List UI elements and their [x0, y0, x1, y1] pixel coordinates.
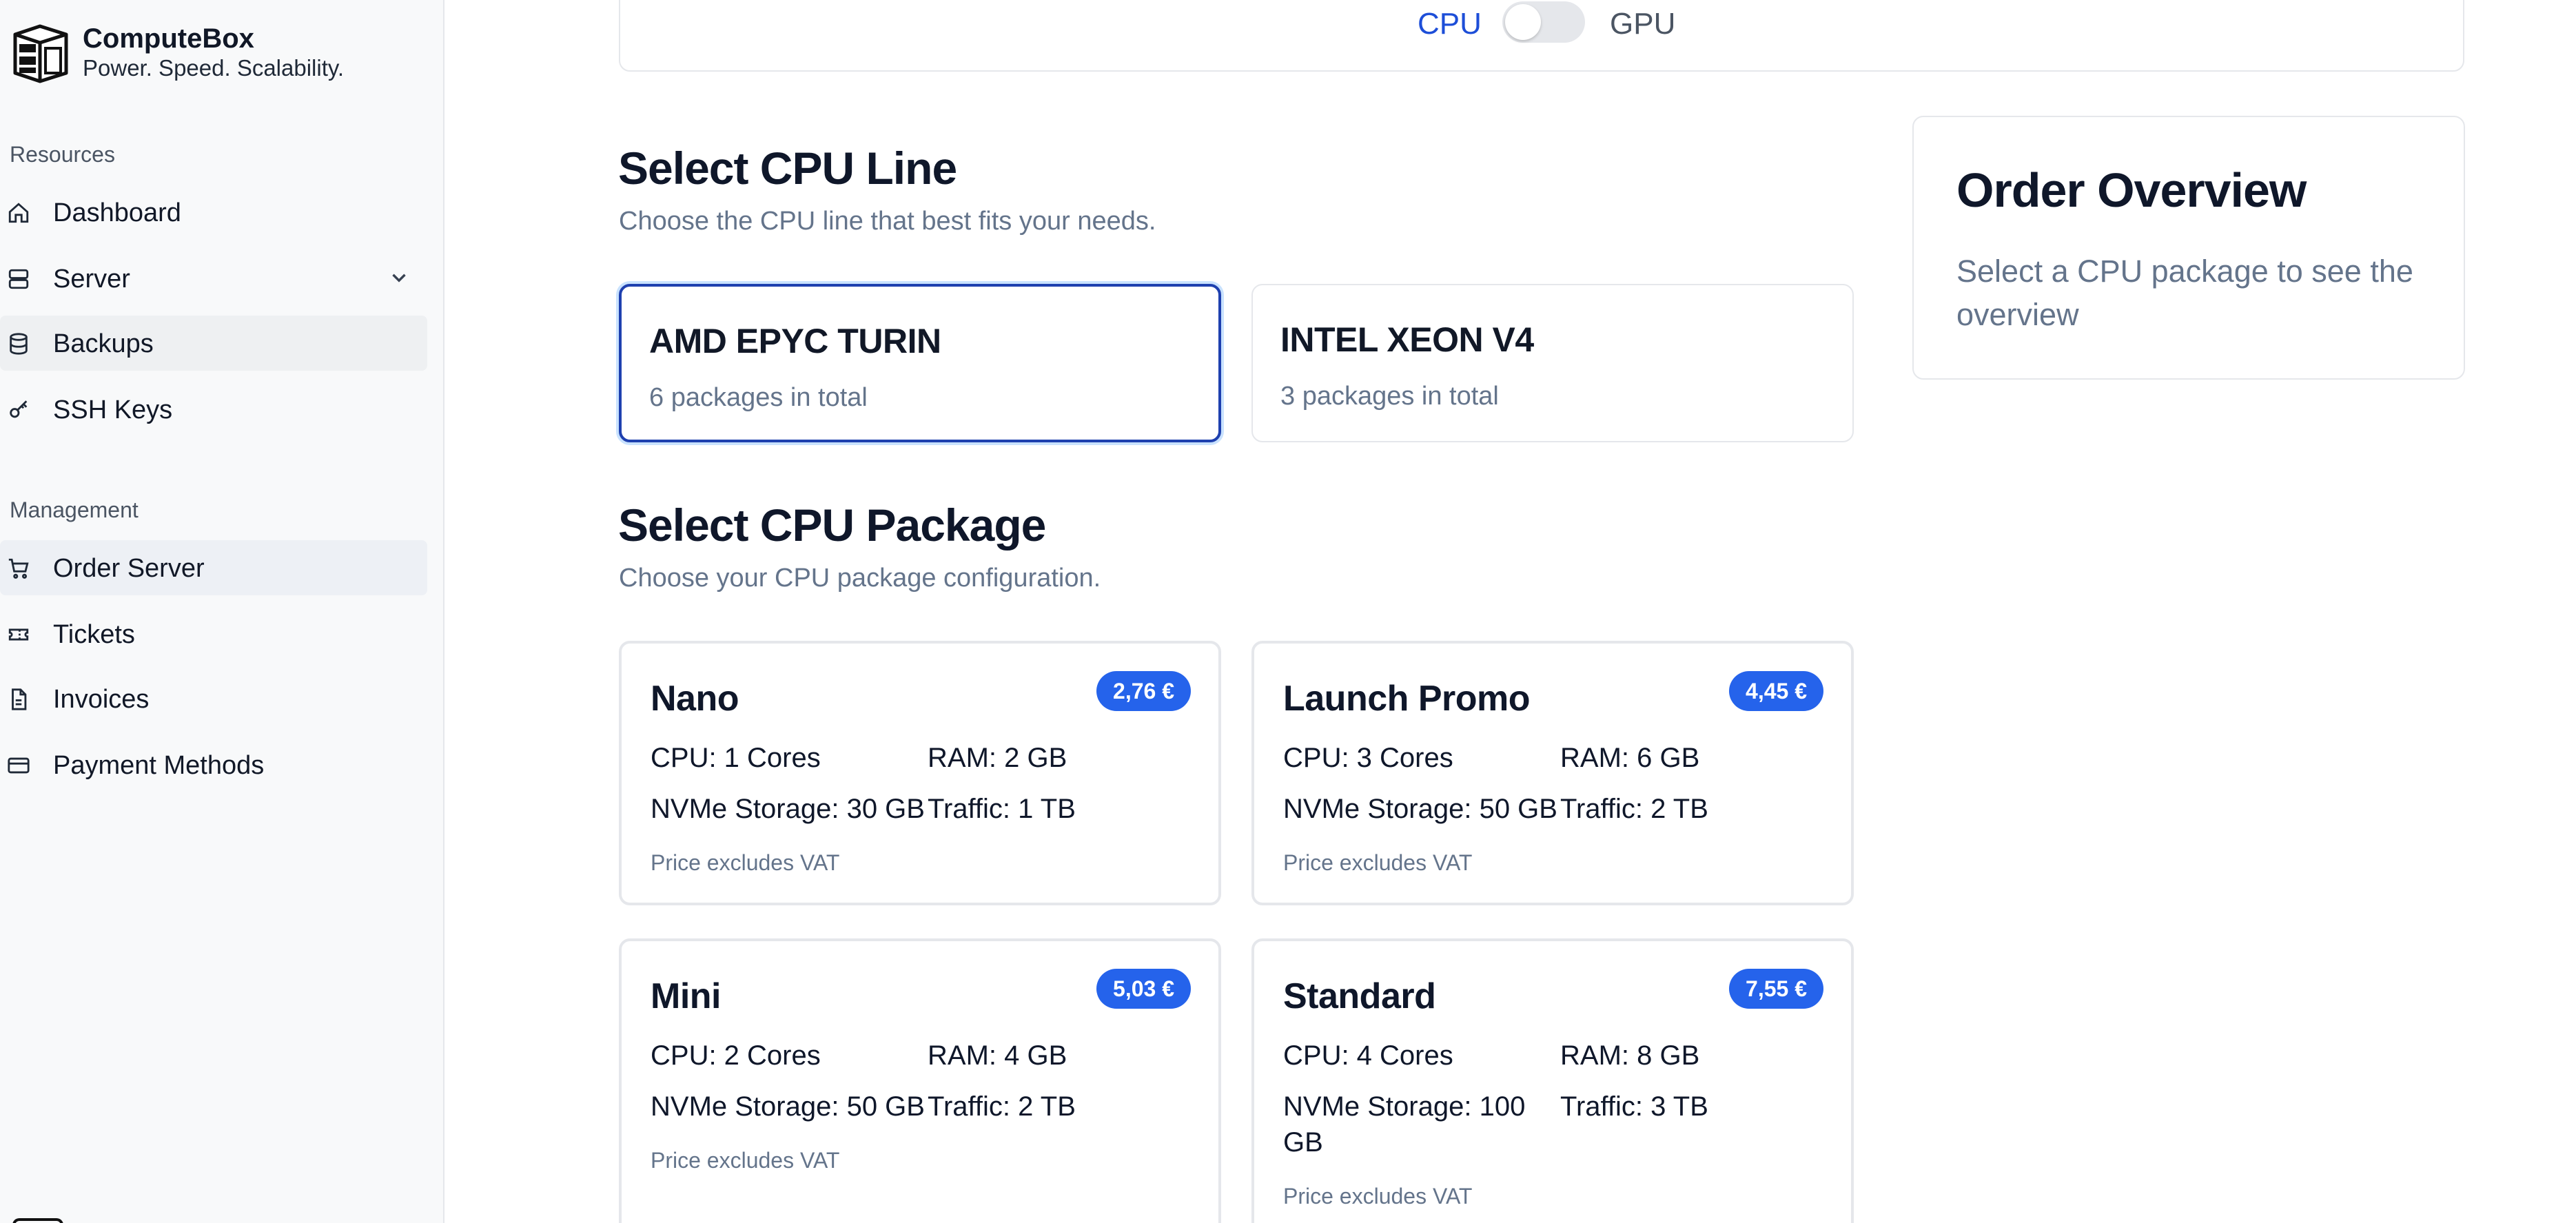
cpu-line-count: 6 packages in total [649, 383, 868, 412]
credit-card-icon [7, 754, 30, 777]
cpu-gpu-toggle-switch[interactable] [1502, 1, 1585, 43]
price-badge: 5,03 € [1096, 969, 1191, 1009]
sidebar-item-label: SSH Keys [53, 395, 173, 424]
spec-cpu: CPU: 2 Cores [651, 1040, 821, 1071]
cpu-line-name: AMD EPYC TURIN [649, 322, 941, 360]
section-label-resources: Resources [10, 142, 115, 167]
sidebar-item-dashboard[interactable]: Dashboard [0, 185, 427, 240]
sidebar-item-label: Tickets [53, 620, 135, 649]
spec-ram: RAM: 2 GB [928, 743, 1067, 773]
sidebar-item-label: Payment Methods [53, 751, 265, 780]
spec-ram: RAM: 8 GB [1560, 1040, 1700, 1071]
package-name: Nano [651, 679, 739, 719]
spec-storage: NVMe Storage: 50 GB [1283, 794, 1557, 824]
package-name: Mini [651, 976, 721, 1016]
cpu-line-option-intel[interactable]: INTEL XEON V4 3 packages in total [1251, 284, 1854, 442]
sidebar-item-label: Invoices [53, 685, 150, 714]
package-card-standard[interactable]: Standard 7,55 € CPU: 4 Cores RAM: 8 GB N… [1251, 938, 1854, 1223]
spec-traffic: Traffic: 2 TB [928, 1091, 1076, 1122]
sidebar-item-invoices[interactable]: Invoices [0, 671, 427, 726]
toggle-knob [1505, 4, 1541, 40]
vat-note: Price excludes VAT [1283, 1184, 1473, 1209]
sidebar-item-label: Server [53, 265, 130, 294]
sidebar-item-server[interactable]: Server [0, 251, 427, 306]
spec-storage: NVMe Storage: 30 GB [651, 794, 925, 824]
spec-ram: RAM: 4 GB [928, 1040, 1067, 1071]
sidebar: ComputeBox Power. Speed. Scalability. Re… [0, 0, 444, 1223]
brand-name: ComputeBox [83, 23, 254, 54]
brand-tagline: Power. Speed. Scalability. [83, 55, 345, 81]
sidebar-item-tickets[interactable]: Tickets [0, 606, 427, 661]
spec-cpu: CPU: 3 Cores [1283, 743, 1453, 773]
home-icon [7, 201, 30, 225]
invoice-icon [7, 688, 30, 711]
package-card-nano[interactable]: Nano 2,76 € CPU: 1 Cores RAM: 2 GB NVMe … [619, 641, 1221, 905]
section-label-management: Management [10, 497, 139, 522]
cpu-line-title: Select CPU Line [618, 143, 957, 194]
database-icon [7, 332, 30, 356]
spec-storage: NVMe Storage: 50 GB [651, 1091, 925, 1122]
price-badge: 7,55 € [1729, 969, 1823, 1009]
server-icon [7, 267, 30, 291]
user-menu-icon[interactable] [12, 1218, 63, 1223]
spec-cpu: CPU: 4 Cores [1283, 1040, 1453, 1071]
sidebar-item-backups[interactable]: Backups [0, 316, 427, 371]
order-overview-title: Order Overview [1956, 163, 2307, 217]
toggle-label-gpu[interactable]: GPU [1610, 7, 1675, 41]
chevron-down-icon[interactable] [387, 266, 411, 289]
vat-note: Price excludes VAT [651, 850, 840, 875]
vat-note: Price excludes VAT [1283, 850, 1473, 875]
spec-cpu: CPU: 1 Cores [651, 743, 821, 773]
spec-storage: NVMe Storage: 100 GB [1283, 1091, 1526, 1158]
package-card-launch-promo[interactable]: Launch Promo 4,45 € CPU: 3 Cores RAM: 6 … [1251, 641, 1854, 905]
cpu-line-subtitle: Choose the CPU line that best fits your … [619, 207, 1156, 236]
sidebar-item-label: Backups [53, 329, 154, 358]
app-root: ComputeBox Power. Speed. Scalability. Re… [0, 0, 2576, 1223]
cpu-line-count: 3 packages in total [1280, 382, 1499, 411]
sidebar-item-label: Order Server [53, 554, 205, 583]
ticket-icon [7, 623, 30, 646]
package-card-mini[interactable]: Mini 5,03 € CPU: 2 Cores RAM: 4 GB NVMe … [619, 938, 1221, 1223]
cpu-line-name: INTEL XEON V4 [1280, 320, 1534, 359]
package-name: Launch Promo [1283, 679, 1531, 719]
spec-ram: RAM: 6 GB [1560, 743, 1700, 773]
cpu-package-subtitle: Choose your CPU package configuration. [619, 564, 1101, 593]
package-name: Standard [1283, 976, 1436, 1016]
vat-note: Price excludes VAT [651, 1148, 840, 1173]
sidebar-item-order-server[interactable]: Order Server [0, 540, 427, 595]
sidebar-item-label: Dashboard [53, 198, 181, 227]
computebox-logo-icon [8, 21, 72, 84]
cpu-package-title: Select CPU Package [618, 500, 1046, 551]
spec-traffic: Traffic: 2 TB [1560, 794, 1708, 824]
price-badge: 4,45 € [1729, 671, 1823, 711]
brand[interactable]: ComputeBox Power. Speed. Scalability. [8, 21, 436, 84]
sidebar-item-ssh-keys[interactable]: SSH Keys [0, 382, 427, 437]
order-overview-text: Select a CPU package to see the overview [1956, 254, 2413, 332]
cart-icon [7, 557, 30, 580]
spec-traffic: Traffic: 3 TB [1560, 1091, 1708, 1122]
order-overview-card: Order Overview Select a CPU package to s… [1912, 116, 2465, 380]
sidebar-item-payment-methods[interactable]: Payment Methods [0, 737, 427, 792]
cpu-gpu-toggle-card: CPU GPU [619, 0, 2464, 72]
spec-traffic: Traffic: 1 TB [928, 794, 1076, 824]
key-icon [7, 398, 30, 422]
toggle-label-cpu[interactable]: CPU [1418, 7, 1482, 41]
cpu-line-option-amd[interactable]: AMD EPYC TURIN 6 packages in total [619, 284, 1221, 442]
price-badge: 2,76 € [1096, 671, 1191, 711]
